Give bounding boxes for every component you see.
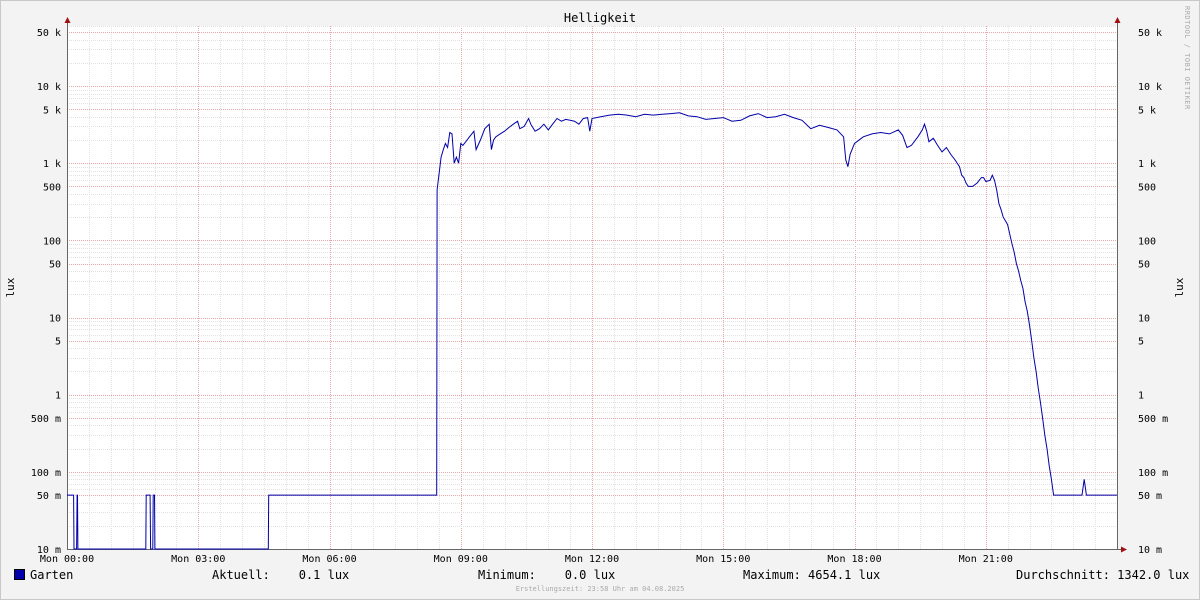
chart-svg: 10 m 10 m50 m 50 m100 m 100 m500 m 500 m1 15 5… [4,17,1186,565]
legend-minimum: Minimum: 0.0 lux [478,568,616,582]
legend-maximum: Maximum: 4654.1 lux [743,568,881,582]
legend-swatch [14,569,25,580]
x-tick-label: Mon 09:00 [434,554,488,565]
y-tick-label-right: 10 [1138,314,1150,325]
y-tick-label-right: 5 [1138,337,1144,348]
y-tick-label-right: 100 m [1138,468,1168,479]
y-tick-label-left: 10 [49,314,61,325]
x-tick-label: Mon 21:00 [959,554,1013,565]
y-tick-label-right: 500 [1138,182,1156,193]
y-tick-label-right: 1 k [1138,159,1156,170]
x-tick-label: Mon 15:00 [696,554,750,565]
y-axis-title-right: lux [1173,277,1186,297]
y-tick-label-left: 50 [49,260,61,271]
y-tick-label-left: 100 [43,236,61,247]
y-tick-label-right: 50 k [1138,28,1162,39]
y-tick-label-left: 500 m [31,414,61,425]
y-tick-label-left: 1 k [43,159,61,170]
x-tick-label: Mon 12:00 [565,554,619,565]
x-tick-label: Mon 18:00 [827,554,881,565]
legend-average: Durchschnitt: 1342.0 lux [1016,568,1190,582]
x-tick-label: Mon 06:00 [302,554,356,565]
creation-time: Erstellungszeit: 23:58 Uhr am 04.08.2025 [515,585,685,593]
y-tick-label-left: 10 k [37,82,61,93]
y-tick-label-left: 50 m [37,491,61,502]
y-axis-arrow-right [1114,17,1121,23]
y-axis-title-left: lux [4,277,17,297]
x-axis-arrow [1121,546,1127,553]
y-tick-label-left: 50 k [37,28,61,39]
x-tick-label: Mon 03:00 [171,554,225,565]
y-tick-label-right: 1 [1138,391,1144,402]
y-tick-label-right: 500 m [1138,414,1168,425]
y-tick-label-right: 100 [1138,236,1156,247]
y-axis-arrow-left [64,17,71,23]
y-tick-label-left: 5 k [43,105,61,116]
x-tick-label: Mon 00:00 [40,554,94,565]
y-tick-label-left: 500 [43,182,61,193]
y-tick-label-left: 5 [55,337,61,348]
y-tick-label-left: 100 m [31,468,61,479]
legend-series-name: Garten [30,568,74,582]
y-tick-label-right: 50 m [1138,491,1162,502]
y-tick-label-right: 5 k [1138,105,1156,116]
y-tick-label-right: 10 m [1138,545,1162,556]
y-tick-label-left: 1 [55,391,61,402]
y-tick-label-right: 50 [1138,260,1150,271]
legend-current: Aktuell: 0.1 lux [212,568,350,582]
y-tick-label-right: 10 k [1138,82,1162,93]
